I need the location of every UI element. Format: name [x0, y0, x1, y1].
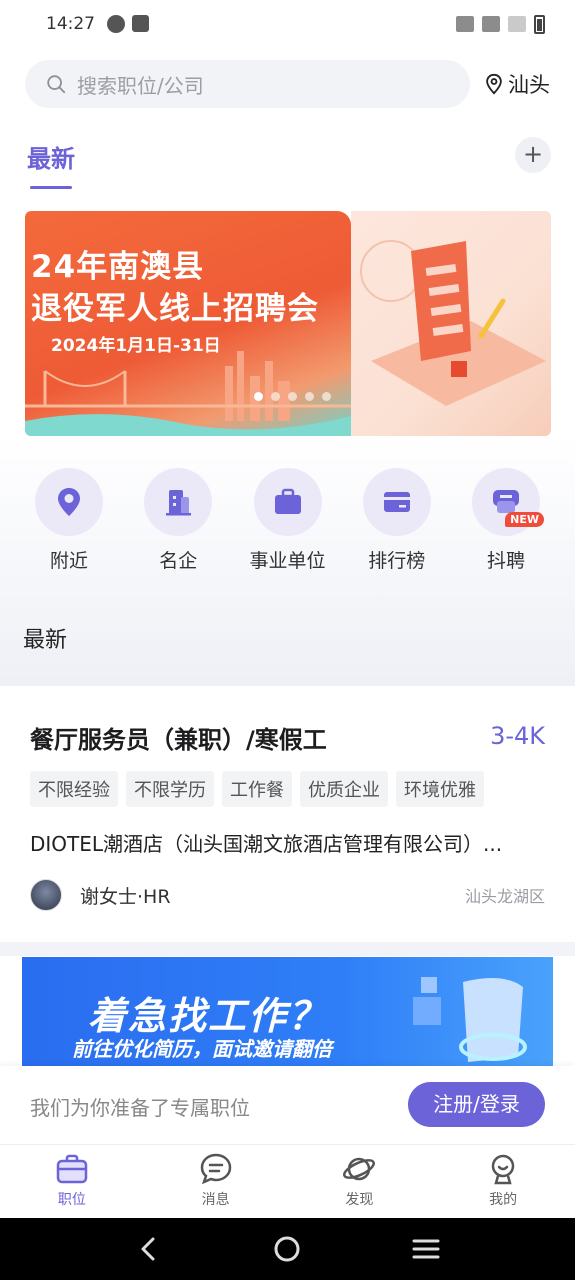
tab-latest[interactable]: 最新 [27, 139, 75, 174]
job-tag: 工作餐 [222, 771, 292, 807]
nav-label: 我的 [489, 1192, 518, 1208]
quick-entry-famous-companies[interactable]: 名企 [124, 468, 232, 573]
status-system-icons [456, 14, 545, 34]
nav-label: 职位 [57, 1192, 86, 1208]
register-prompt-text: 我们为你准备了专属职位 [30, 1096, 250, 1120]
banner-next-slide [351, 211, 551, 436]
system-navigation-bar [0, 1218, 575, 1280]
recruiter-name: 谢女士·HR [80, 885, 171, 908]
quick-entry-rankings[interactable]: 排行榜 [343, 468, 451, 573]
search-input[interactable]: 搜索职位/公司 [25, 60, 470, 108]
nav-messages[interactable]: 消息 [144, 1145, 288, 1218]
promo-banner[interactable]: 24年南澳县 退役军人线上招聘会 2024年1月1日-31日 [25, 211, 551, 436]
job-tag: 环境优雅 [396, 771, 484, 807]
section-title: 最新 [23, 628, 68, 653]
quick-entry-label: 附近 [49, 550, 88, 572]
nav-label: 发现 [345, 1192, 374, 1208]
bottom-navigation: 职位 消息 发现 我的 [0, 1144, 575, 1218]
back-icon[interactable] [134, 1234, 164, 1264]
briefcase-icon [56, 1154, 88, 1184]
location-pin-icon [58, 488, 80, 516]
quick-entry-public-institutions[interactable]: 事业单位 [234, 468, 342, 573]
banner-dot[interactable] [254, 392, 263, 401]
city-selector[interactable]: 汕头 [484, 69, 550, 99]
ad-headline: 着急找工作？ [88, 994, 329, 1038]
job-salary: 3-4K [490, 722, 545, 750]
resume-illustration [360, 240, 546, 406]
recruiter-row: 谢女士·HR 汕头龙湖区 [30, 879, 545, 911]
job-tag: 不限经验 [30, 771, 118, 807]
nav-profile[interactable]: 我的 [431, 1145, 575, 1218]
section-divider [0, 942, 575, 956]
location-icon [486, 73, 502, 95]
new-badge: NEW [505, 512, 544, 527]
banner-current-slide: 24年南澳县 退役军人线上招聘会 2024年1月1日-31日 [25, 211, 351, 436]
search-icon [47, 75, 66, 94]
status-notification-icons [107, 15, 149, 33]
job-title: 餐厅服务员（兼职）/寒假工 [30, 726, 327, 754]
app-notification-icon [107, 15, 125, 33]
job-tag: 不限学历 [126, 771, 214, 807]
signal-icon [508, 16, 526, 32]
job-location: 汕头龙湖区 [464, 887, 545, 906]
add-tab-button[interactable]: + [515, 137, 551, 173]
nav-label: 消息 [201, 1192, 230, 1208]
bridge-skyline-illustration [25, 351, 351, 436]
briefcase-icon [274, 488, 301, 514]
quick-entry-label: 事业单位 [249, 550, 326, 572]
app-screen: 14:27 搜索职位/公司 汕头 最新 + 24年南澳县 退役军人线上招聘会 2… [0, 0, 575, 1280]
battery-icon [534, 14, 545, 34]
banner-dot[interactable] [305, 392, 314, 401]
home-icon[interactable] [272, 1234, 302, 1264]
nav-jobs[interactable]: 职位 [0, 1145, 144, 1218]
register-prompt-bar: 我们为你准备了专属职位 注册/登录 [0, 1066, 575, 1144]
tab-row: 最新 + [25, 134, 551, 190]
chat-bubble-icon [200, 1153, 231, 1185]
city-label: 汕头 [508, 73, 550, 97]
banner-dot[interactable] [288, 392, 297, 401]
magnifier-illustration [413, 977, 527, 1062]
banner-dot[interactable] [271, 392, 280, 401]
avatar [30, 879, 62, 911]
quick-entry-label: 名企 [159, 550, 198, 572]
profile-icon [491, 1154, 515, 1185]
quick-entry-label: 抖聘 [486, 550, 525, 572]
planet-icon [343, 1157, 376, 1181]
quick-entry-nearby[interactable]: 附近 [15, 468, 123, 573]
building-icon [166, 490, 192, 516]
ad-subline: 前往优化简历，面试邀请翻倍 [72, 1037, 332, 1061]
wifi-icon [482, 16, 500, 32]
status-bar: 14:27 [0, 0, 575, 48]
job-tag: 优质企业 [300, 771, 388, 807]
banner-pagination [254, 392, 331, 401]
quick-entry-douyin-jobs[interactable]: NEW 抖聘 [452, 468, 560, 573]
shop-notification-icon [132, 15, 149, 32]
banner-title-line1: 24年南澳县 [31, 249, 205, 285]
card-icon [383, 492, 410, 512]
menu-icon[interactable] [411, 1234, 441, 1264]
status-time: 14:27 [46, 14, 95, 34]
resume-ad-banner[interactable]: 着急找工作？ 前往优化简历，面试邀请翻倍 [22, 957, 553, 1067]
search-placeholder: 搜索职位/公司 [77, 73, 204, 98]
vibrate-icon [456, 16, 474, 32]
job-card[interactable]: 餐厅服务员（兼职）/寒假工 3-4K 不限经验 不限学历 工作餐 优质企业 环境… [0, 686, 575, 942]
quick-entry-label: 排行榜 [368, 550, 426, 572]
banner-dot[interactable] [322, 392, 331, 401]
register-login-button[interactable]: 注册/登录 [408, 1082, 545, 1127]
nav-discover[interactable]: 发现 [288, 1145, 432, 1218]
company-name: DIOTEL潮酒店（汕头国潮文旅酒店管理有限公司）... [30, 832, 503, 856]
job-tags: 不限经验 不限学历 工作餐 优质企业 环境优雅 [30, 771, 484, 807]
banner-title-line2: 退役军人线上招聘会 [31, 291, 319, 327]
quick-entry-row: 附近 名企 事业单位 排行榜 NEW 抖聘 [15, 468, 560, 573]
tab-active-indicator [30, 186, 72, 189]
search-row: 搜索职位/公司 汕头 [25, 60, 555, 108]
